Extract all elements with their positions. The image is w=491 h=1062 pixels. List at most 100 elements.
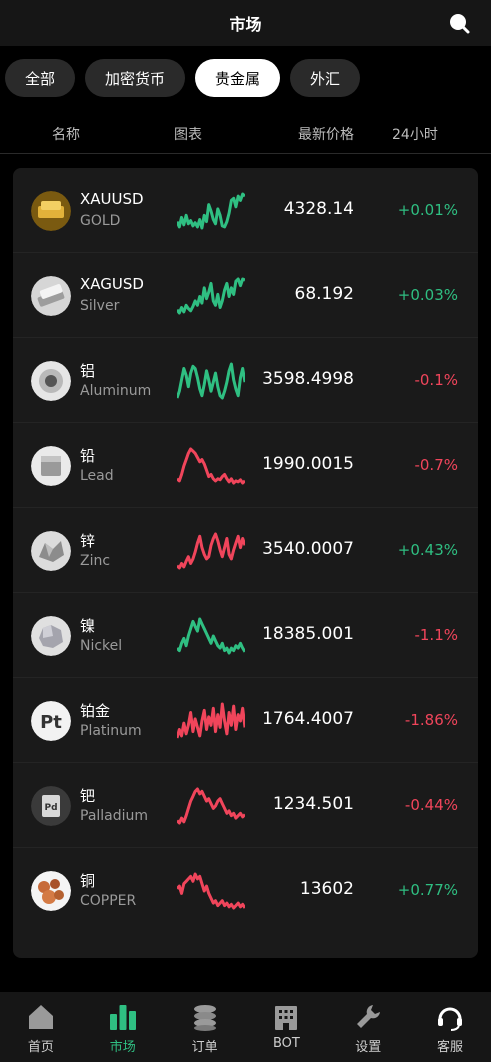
col-price[interactable]: 最新价格: [298, 124, 354, 144]
nav-label: 设置: [355, 1040, 382, 1055]
market-row-copper[interactable]: 铜 COPPER 13602 +0.77%: [13, 848, 478, 933]
symbol-sub: Zinc: [80, 553, 111, 569]
last-price: 1234.501: [272, 794, 354, 814]
lead-block-icon: [31, 446, 71, 486]
home-icon: [28, 1005, 53, 1029]
silver-bar-icon: [31, 276, 71, 316]
symbol-sub: Aluminum: [80, 383, 152, 399]
sparkline-chart: [177, 277, 245, 315]
wrench-icon: [357, 1005, 381, 1028]
sparkline-path: [177, 447, 245, 485]
column-header: 名称 图表 最新价格 24小时: [0, 112, 491, 154]
market-row-xauusd[interactable]: XAUUSD GOLD 4328.14 +0.01%: [13, 168, 478, 253]
coins-stack-icon: [193, 1005, 216, 1031]
nav-support[interactable]: 客服: [409, 992, 491, 1062]
tab-crypto[interactable]: 加密货币: [85, 59, 186, 97]
last-price: 4328.14: [283, 199, 354, 219]
headset-icon: [438, 1007, 463, 1031]
symbol-name: 钯: [80, 787, 96, 805]
nav-market[interactable]: 市场: [82, 992, 164, 1062]
market-list: XAUUSD GOLD 4328.14 +0.01% XAGUSD Silver…: [13, 168, 478, 958]
sparkline-path: [177, 362, 245, 400]
symbol-name: 铅: [80, 447, 96, 465]
col-chart: 图表: [174, 127, 202, 143]
nav-bot[interactable]: BOT: [245, 992, 327, 1062]
symbol-name: 铝: [80, 362, 96, 380]
symbol-sub: Silver: [80, 298, 120, 314]
change-24h: +0.77%: [397, 881, 458, 899]
nav-label: 市场: [109, 1040, 136, 1055]
last-price: 3540.0007: [262, 539, 354, 559]
sparkline-chart: [177, 362, 245, 400]
zinc-icon: [31, 531, 71, 571]
market-row-xagusd[interactable]: XAGUSD Silver 68.192 +0.03%: [13, 253, 478, 338]
change-24h: +0.43%: [397, 541, 458, 559]
symbol-name: 锌: [80, 532, 96, 550]
page-title: 市场: [229, 15, 262, 34]
nickel-icon: [31, 616, 71, 656]
nav-label: 客服: [437, 1040, 464, 1055]
change-24h: -1.1%: [414, 626, 458, 644]
symbol-sub: GOLD: [80, 213, 121, 229]
sparkline-chart: [177, 872, 245, 910]
sparkline-chart: [177, 787, 245, 825]
sparkline-path: [177, 277, 245, 315]
last-price: 3598.4998: [262, 369, 354, 389]
market-row-platinum[interactable]: Pt 铂金 Platinum 1764.4007 -1.86%: [13, 678, 478, 763]
nav-label: 订单: [191, 1040, 218, 1055]
last-price: 18385.001: [262, 624, 354, 644]
symbol-sub: Platinum: [80, 723, 142, 739]
symbol-name: XAGUSD: [80, 275, 144, 293]
change-24h: +0.01%: [397, 201, 458, 219]
building-bot-icon: [275, 1006, 298, 1030]
tab-forex[interactable]: 外汇: [290, 59, 361, 97]
market-bars-icon: [109, 1005, 136, 1030]
sparkline-chart: [177, 532, 245, 570]
sparkline-path: [177, 872, 245, 910]
symbol-name: XAUUSD: [80, 190, 144, 208]
platinum-pt-icon: Pt: [31, 701, 71, 741]
sparkline-chart: [177, 702, 245, 739]
col-name: 名称: [52, 127, 80, 143]
last-price: 1990.0015: [262, 454, 354, 474]
change-24h: +0.03%: [397, 286, 458, 304]
nav-home[interactable]: 首页: [0, 992, 82, 1062]
change-24h: -0.44%: [404, 796, 458, 814]
symbol-sub: COPPER: [80, 893, 137, 909]
market-row-zinc[interactable]: 锌 Zinc 3540.0007 +0.43%: [13, 508, 478, 593]
search-icon[interactable]: [447, 11, 471, 35]
palladium-pd-icon: Pd: [31, 786, 71, 826]
nav-orders[interactable]: 订单: [164, 992, 246, 1062]
last-price: 68.192: [294, 284, 354, 304]
change-24h: -0.1%: [414, 371, 458, 389]
sparkline-path: [177, 532, 245, 570]
app-header: 市场: [0, 0, 491, 46]
category-tabs: 全部 加密货币 贵金属 外汇: [0, 46, 491, 110]
market-row-lead[interactable]: 铅 Lead 1990.0015 -0.7%: [13, 423, 478, 508]
sparkline-path: [177, 617, 245, 655]
svg-text:Pt: Pt: [40, 712, 62, 733]
symbol-name: 铜: [80, 872, 96, 890]
sparkline-path: [177, 787, 245, 825]
nav-label: 首页: [27, 1040, 54, 1055]
market-row-aluminum[interactable]: 铝 Aluminum 3598.4998 -0.1%: [13, 338, 478, 423]
svg-text:Pd: Pd: [44, 803, 57, 813]
aluminum-coil-icon: [31, 361, 71, 401]
bottom-nav: 首页 市场 订单 BOT 设置 客服: [0, 992, 491, 1062]
tab-precious-metals[interactable]: 贵金属: [195, 59, 281, 97]
symbol-sub: Palladium: [80, 808, 149, 824]
last-price: 13602: [299, 879, 354, 899]
sparkline-chart: [177, 447, 245, 485]
nav-settings[interactable]: 设置: [327, 992, 409, 1062]
copper-nugget-icon: [31, 871, 71, 911]
tab-all[interactable]: 全部: [5, 59, 76, 97]
col-change[interactable]: 24小时: [392, 124, 438, 144]
symbol-sub: Lead: [80, 468, 114, 484]
market-row-nickel[interactable]: 镍 Nickel 18385.001 -1.1%: [13, 593, 478, 678]
gold-bar-icon: [31, 191, 71, 231]
change-24h: -1.86%: [404, 711, 458, 729]
market-row-palladium[interactable]: Pd 钯 Palladium 1234.501 -0.44%: [13, 763, 478, 848]
symbol-name: 镍: [80, 617, 96, 635]
symbol-name: 铂金: [80, 702, 111, 720]
last-price: 1764.4007: [262, 709, 354, 729]
